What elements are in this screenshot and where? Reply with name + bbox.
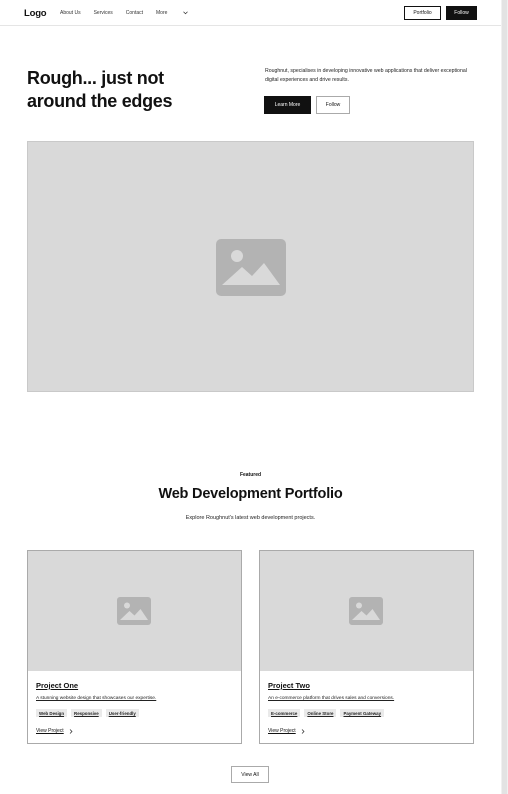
portfolio-subtitle: Explore Roughnut's latest web developmen… [185,515,316,521]
project-title[interactable]: Project One [36,681,78,690]
chevron-down-icon [183,11,189,15]
portfolio-title: Web Development Portfolio [158,486,343,502]
project-image-placeholder [28,551,241,671]
logo[interactable]: Logo [24,8,47,19]
scrollbar[interactable] [501,0,508,794]
view-project-label: View Project [268,728,296,734]
tag[interactable]: Web Design [36,709,68,717]
tag[interactable]: Responsive [71,709,102,717]
nav-link-services[interactable]: Services [94,10,113,16]
project-tags: Web Design Responsive User-friendly [36,709,139,717]
project-description: An e-commerce platform that drives sales… [268,696,395,701]
nav-more-label: More [156,10,168,16]
image-placeholder-icon [349,597,383,625]
project-description: A stunning website design that showcases… [36,696,157,701]
hero-description: Roughnut, specialises in developing inno… [265,68,467,83]
portfolio-button[interactable]: Portfolio [404,6,441,20]
hero-image-placeholder [27,141,474,392]
image-placeholder-icon [117,597,151,625]
hero-follow-button[interactable]: Follow [316,96,350,114]
follow-button[interactable]: Follow [446,6,477,20]
tag[interactable]: E-commerce [268,709,301,717]
nav-more-dropdown[interactable]: More [156,10,189,16]
view-all-button[interactable]: View All [231,766,269,783]
view-project-link[interactable]: View Project [268,728,305,734]
project-image-placeholder [260,551,473,671]
project-title[interactable]: Project Two [268,681,310,690]
project-card[interactable]: Project One A stunning website design th… [27,550,242,744]
tag[interactable]: User-friendly [105,709,139,717]
tag[interactable]: Payment Gateway [340,709,385,717]
hero-title: Rough... just not around the edges [27,68,173,111]
learn-more-button[interactable]: Learn More [264,96,311,114]
project-tags: E-commerce Online Store Payment Gateway [268,709,385,717]
tag[interactable]: Online Store [304,709,337,717]
view-project-link[interactable]: View Project [36,728,73,734]
view-project-label: View Project [36,728,64,734]
scrollbar-thumb[interactable] [502,0,507,794]
chevron-right-icon [69,728,73,734]
featured-tag: Featured [239,472,262,478]
chevron-right-icon [301,728,305,734]
navbar: Logo About Us Services Contact More Port… [0,0,501,26]
image-placeholder-icon [216,239,286,296]
nav-links: About Us Services Contact More [60,10,201,16]
project-card[interactable]: Project Two An e-commerce platform that … [259,550,474,744]
nav-link-about-us[interactable]: About Us [60,10,81,16]
nav-link-contact[interactable]: Contact [126,10,143,16]
